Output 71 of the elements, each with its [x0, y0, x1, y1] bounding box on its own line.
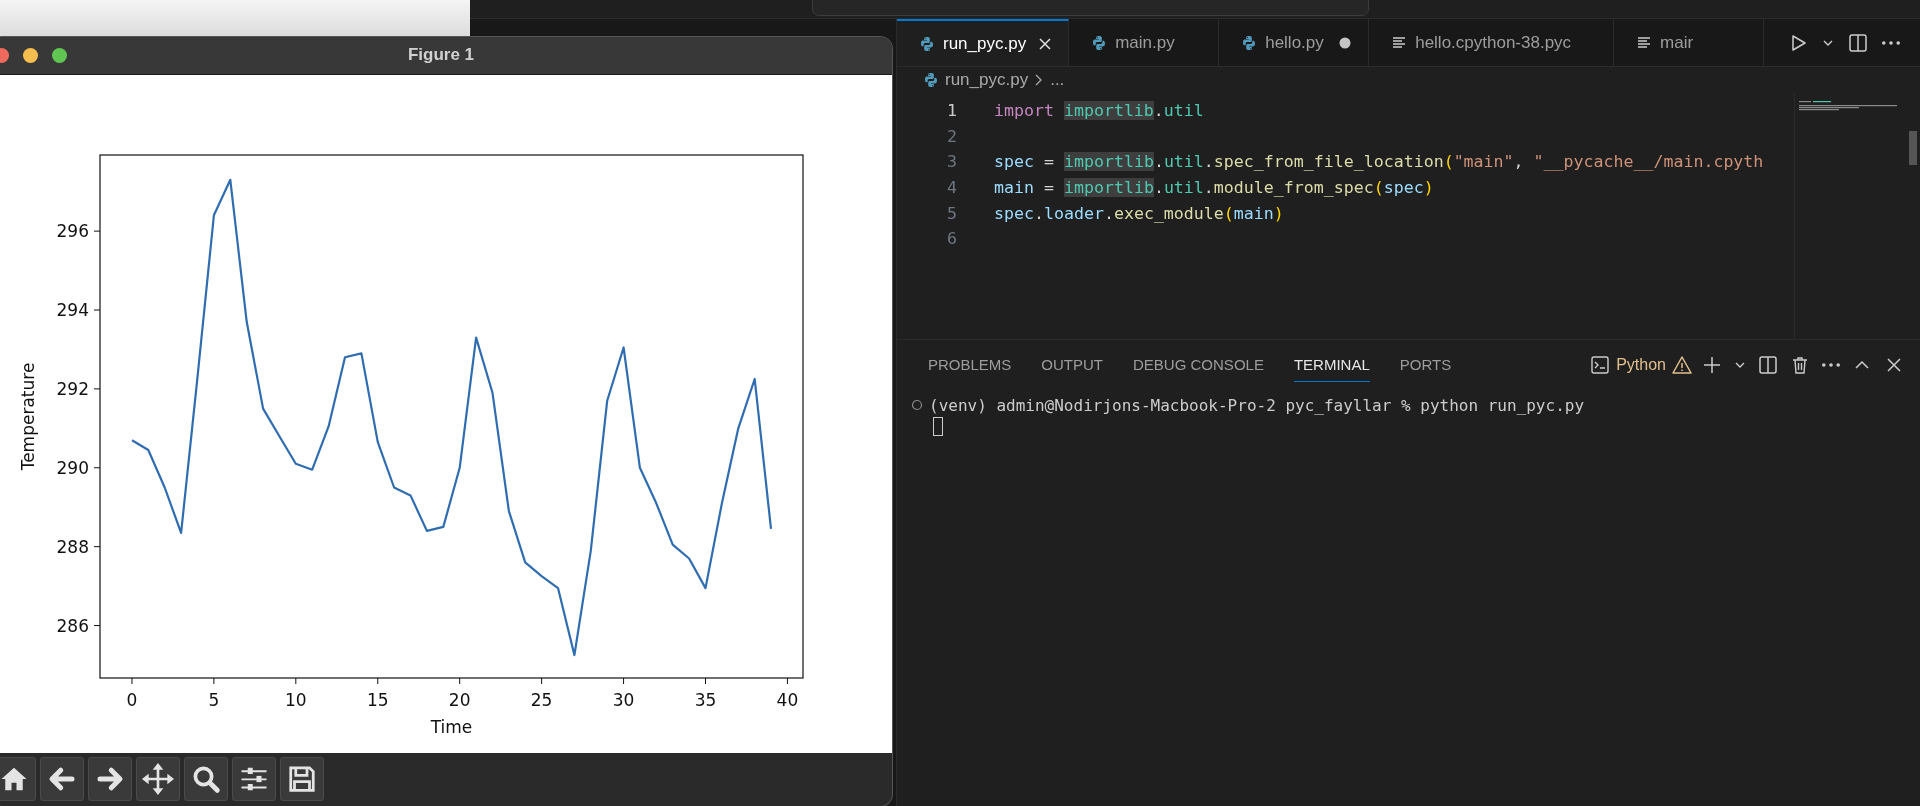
unsaved-dot-icon [1339, 36, 1352, 49]
more-actions-button[interactable] [1880, 38, 1902, 47]
line-number: 1 [946, 101, 957, 121]
tick-label: 294 [56, 299, 89, 320]
search-icon [191, 764, 221, 795]
forward-button[interactable] [88, 757, 132, 802]
tick-label: 35 [694, 689, 717, 710]
tick-label: 296 [56, 220, 89, 241]
terminal-line: (venv) admin@Nodirjons-Macbook-Pro-2 pyc_fayllar % python run_pyc.py [929, 395, 1585, 415]
zoom-button[interactable] [52, 47, 67, 63]
command-status-icon [911, 399, 923, 411]
tick-label: 288 [56, 536, 89, 557]
configure-button[interactable] [232, 757, 276, 802]
tick-label: 15 [366, 689, 389, 710]
panel-tab[interactable]: TERMINAL [1293, 348, 1370, 382]
window-title: Figure 1 [407, 45, 475, 65]
code-line: main = importlib.util.module_from_spec(spec) [994, 178, 1434, 198]
panel-tab[interactable]: PORTS [1399, 348, 1452, 382]
scrollbar-thumb[interactable] [1909, 131, 1917, 165]
x-axis-label: Time [430, 716, 473, 737]
save-button[interactable] [280, 757, 324, 802]
more-icon [1822, 363, 1840, 367]
y-axis-label: Temperature [18, 362, 38, 470]
tick-label: 20 [448, 689, 471, 710]
tick-label: 5 [208, 689, 220, 710]
close-icon [1037, 35, 1054, 52]
code-line: spec = importlib.util.spec_from_file_location("main", "__pycache__/main.cpyth [994, 152, 1764, 172]
line-number: 5 [946, 203, 957, 223]
zoom-tool-button[interactable] [184, 757, 228, 802]
terminal-profile-label[interactable]: Python [1616, 356, 1666, 374]
panel-tab[interactable]: DEBUG CONSOLE [1133, 348, 1264, 382]
tick-label: 25 [530, 689, 553, 710]
code-line: spec.loader.exec_module(main) [994, 203, 1284, 223]
trash-icon [1790, 355, 1810, 375]
warning-icon [1672, 355, 1692, 375]
minimize-button[interactable] [23, 47, 38, 63]
file-lines-icon [1391, 34, 1408, 51]
move-icon [142, 763, 174, 796]
more-icon [1882, 40, 1900, 45]
split-icon [1758, 355, 1778, 375]
breadcrumb-item[interactable]: run_pyc.py [945, 70, 1029, 90]
breadcrumb-item[interactable]: ... [1050, 70, 1065, 90]
file-lines-icon [1636, 34, 1653, 51]
back-button[interactable] [40, 757, 84, 802]
panel-tab[interactable]: OUTPUT [1041, 348, 1104, 382]
line-number: 3 [946, 152, 957, 172]
plus-icon [1702, 355, 1722, 375]
tick-label: 292 [56, 378, 89, 399]
tick-label: 30 [612, 689, 635, 710]
tick-label: 40 [776, 689, 799, 710]
python-icon [1241, 34, 1258, 51]
tick-label: 10 [285, 689, 307, 710]
python-icon [919, 35, 935, 52]
home-button[interactable] [0, 757, 36, 802]
line-number: 6 [946, 229, 957, 249]
line-number: 4 [946, 178, 957, 198]
python-icon [923, 72, 939, 88]
line-number: 2 [946, 126, 957, 146]
panel-tab[interactable]: PROBLEMS [928, 348, 1012, 382]
code-line: import importlib.util [994, 101, 1204, 121]
split-terminal-button[interactable] [1756, 353, 1780, 377]
tick-label: 290 [56, 457, 89, 478]
tick-label: 0 [126, 689, 138, 710]
split-icon [1848, 32, 1868, 53]
pan-button[interactable] [136, 757, 180, 802]
tick-label: 286 [56, 615, 89, 636]
python-icon [1091, 34, 1108, 51]
terminal-icon [1590, 355, 1611, 375]
editor-tab[interactable]: run_pyc.py [897, 19, 1070, 66]
terminal-cursor [933, 417, 943, 436]
more-actions-button[interactable] [1820, 361, 1842, 369]
